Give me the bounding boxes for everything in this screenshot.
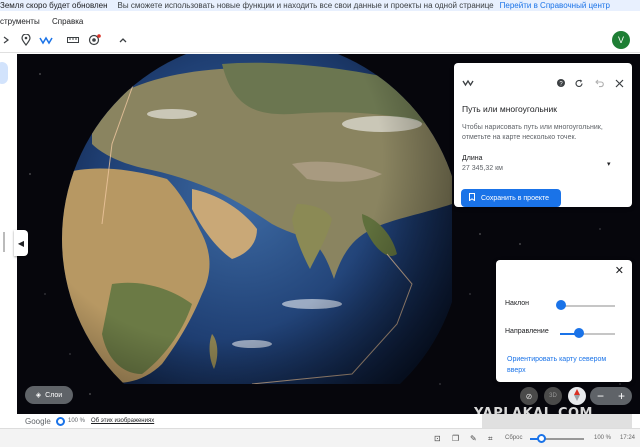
redo-icon[interactable] — [575, 79, 584, 90]
help-icon[interactable]: ? — [557, 79, 565, 89]
zoom-out-button[interactable]: − — [597, 389, 604, 403]
taskbar: ⊡ ❐ ✎ ⌗ Сброс 100 % 17:24 — [0, 428, 640, 447]
search-icon[interactable] — [0, 33, 14, 47]
earth-map-view[interactable]: ◀ ? Путь или многоугольник Чтобы нарисов… — [0, 54, 640, 414]
layers-icon: ◈ — [35, 392, 42, 399]
compass-button[interactable] — [568, 387, 586, 405]
menu-item-tools[interactable]: струменты — [0, 17, 40, 26]
earth-globe[interactable] — [52, 54, 452, 384]
orient-north-link[interactable]: Ориентировать карту севером вверх — [507, 354, 619, 376]
navigation-panel: ✕ Наклон Направление Ориентировать карту… — [496, 260, 632, 382]
clock-time: 17:24 — [620, 435, 636, 441]
ruler-icon[interactable] — [66, 33, 80, 47]
menu-item-help[interactable]: Справка — [52, 17, 83, 26]
rotate-view-button[interactable]: ⊘ — [520, 387, 538, 405]
google-logo: Google — [25, 417, 51, 426]
resize-grip[interactable] — [3, 232, 5, 252]
collapse-chevron-icon[interactable] — [116, 33, 130, 47]
units-dropdown-icon[interactable]: ▾ — [607, 160, 611, 168]
menu-bar: струменты Справка — [0, 11, 640, 31]
3d-label: 3D — [549, 393, 557, 399]
layers-label: Слои — [45, 391, 63, 399]
heading-label: Направление — [505, 328, 549, 335]
path-icon[interactable] — [39, 33, 53, 47]
length-value: 27 345,32 км — [462, 165, 503, 172]
tilt-label: Наклон — [505, 300, 530, 307]
crop-icon[interactable]: ⌗ — [488, 434, 493, 444]
record-tour-icon[interactable] — [88, 33, 102, 47]
banner-message: Вы сможете использовать новые функции и … — [117, 1, 494, 10]
screen: Земля скоро будет обновлен Вы сможете ис… — [0, 0, 640, 447]
zoom-percent: 100 % — [594, 435, 612, 441]
avatar[interactable]: V — [612, 31, 630, 49]
sidebar-active-indicator — [0, 62, 8, 84]
heading-slider-thumb[interactable] — [574, 328, 584, 338]
banner-title: Земля скоро будет обновлен — [0, 1, 108, 10]
tilt-slider-thumb[interactable] — [556, 300, 566, 310]
edit-icon[interactable]: ✎ — [470, 434, 477, 443]
zoom-control: − + — [590, 387, 632, 405]
zoom-in-button[interactable]: + — [618, 389, 625, 403]
bookmark-icon — [469, 193, 475, 203]
watermark: YAPLAKAL.COM — [474, 406, 593, 414]
close-icon[interactable] — [615, 79, 624, 90]
status-bar: Google 100 % Об этих изображениях — [0, 414, 640, 428]
about-images-link[interactable]: Об этих изображениях — [91, 418, 154, 424]
reset-label[interactable]: Сброс — [505, 435, 522, 441]
screenshot-icon[interactable]: ⊡ — [434, 434, 441, 443]
path-type-icon — [462, 79, 474, 89]
load-percent: 100 % — [68, 418, 86, 424]
zoom-slider-thumb[interactable] — [537, 434, 546, 443]
collapse-panel-button[interactable]: ◀ — [14, 230, 28, 256]
layers-button[interactable]: ◈ Слои — [25, 386, 73, 404]
rotate-off-icon: ⊘ — [525, 391, 533, 401]
save-to-project-label: Сохранить в проекте — [481, 194, 550, 202]
panel-title: Путь или многоугольник — [462, 104, 557, 114]
length-label: Длина — [462, 155, 483, 162]
path-polygon-panel: ? Путь или многоугольник Чтобы нарисоват… — [454, 63, 632, 207]
undo-icon[interactable] — [595, 79, 604, 90]
update-banner: Земля скоро будет обновлен Вы сможете ис… — [0, 0, 640, 11]
help-center-link[interactable]: Перейти в Справочный центр — [500, 1, 610, 10]
status-bar-right — [482, 414, 632, 428]
place-pin-icon[interactable] — [19, 33, 33, 47]
chevron-left-icon: ◀ — [17, 238, 25, 248]
loading-indicator — [56, 417, 65, 426]
save-to-project-button[interactable]: Сохранить в проекте — [461, 189, 561, 207]
close-icon[interactable]: ✕ — [615, 264, 624, 277]
copy-icon[interactable]: ❐ — [452, 434, 459, 443]
compass-icon — [573, 389, 581, 403]
panel-description: Чтобы нарисовать путь или многоугольник,… — [462, 124, 603, 141]
3d-toggle-button[interactable]: 3D — [544, 387, 562, 405]
toolbar: V — [0, 29, 640, 53]
